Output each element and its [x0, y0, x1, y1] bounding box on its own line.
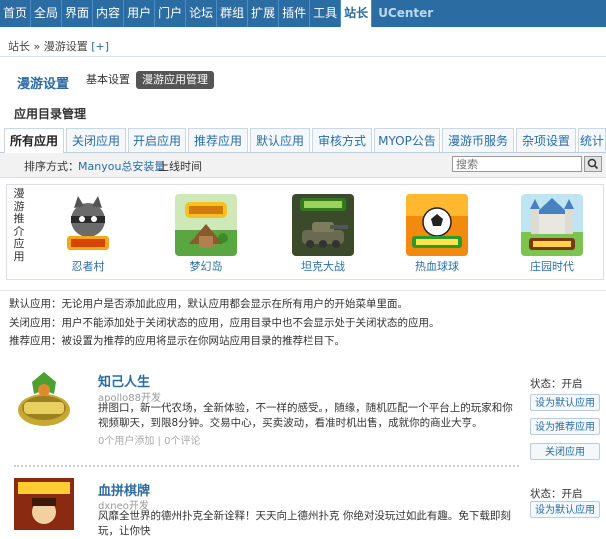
nav-ucenter[interactable]: UCenter — [372, 0, 436, 27]
tab-recommended-apps[interactable]: 推荐应用 — [188, 128, 248, 152]
nav-content[interactable]: 内容 — [93, 0, 125, 27]
rec-app-name: 忍者村 — [71, 260, 105, 273]
sort-by-online-time[interactable]: 上线时间 — [158, 158, 202, 174]
tab-roaming-coin-service[interactable]: 漫游币服务 — [442, 128, 514, 152]
sort-label: 排序方式： — [24, 160, 79, 173]
app-status: 状态：开启 — [530, 378, 583, 390]
set-default-app-button[interactable]: 设为默认应用 — [530, 394, 600, 411]
close-app-button[interactable]: 关闭应用 — [530, 443, 600, 460]
legend-default-apps: 默认应用：无论用户是否添加此应用，默认应用都会显示在所有用户的开始菜单里面。 — [9, 298, 408, 310]
rec-app-name: 热血球球 — [415, 260, 459, 273]
nav-webmaster[interactable]: 站长 — [341, 0, 373, 27]
recommended-label: 漫游推介应用 — [13, 187, 25, 263]
page-title: 漫游设置 — [17, 77, 70, 92]
tab-default-apps[interactable]: 默认应用 — [250, 128, 310, 152]
tank-battle-thumbnail — [292, 194, 354, 256]
subtab-basic-settings[interactable]: 基本设置 — [80, 71, 136, 89]
rec-app-name: 梦幻岛 — [189, 260, 223, 273]
search-input[interactable] — [452, 156, 582, 172]
tab-closed-apps[interactable]: 关闭应用 — [66, 128, 126, 152]
sort-by-installs[interactable]: Manyou总安装量 — [78, 158, 165, 174]
tab-misc-settings[interactable]: 杂项设置 — [516, 128, 576, 152]
divider — [0, 56, 606, 57]
nav-plugins[interactable]: 插件 — [279, 0, 311, 27]
nav-extend[interactable]: 扩展 — [248, 0, 280, 27]
tab-all-apps[interactable]: 所有应用 — [4, 128, 64, 153]
breadcrumb-current: 漫游设置 — [43, 40, 88, 53]
subtab-app-management[interactable]: 漫游应用管理 — [136, 71, 214, 89]
nav-home[interactable]: 首页 — [0, 0, 32, 27]
tab-bar: 所有应用 关闭应用 开启应用 推荐应用 默认应用 审核方式 MYOP公告 漫游币… — [0, 128, 606, 153]
manor-era-thumbnail — [521, 194, 583, 256]
rec-app-hot-blood-ball[interactable]: 热血球球 — [397, 194, 477, 274]
nav-users[interactable]: 用户 — [124, 0, 156, 27]
search-icon — [587, 158, 599, 170]
nav-global[interactable]: 全局 — [31, 0, 63, 27]
app-stats: 0个用户添加 | 0个评论 — [98, 436, 201, 447]
top-navigation: 首页 全局 界面 内容 用户 门户 论坛 群组 扩展 插件 工具 站长 UCen… — [0, 0, 606, 27]
breadcrumb: 站长 » 漫游设置 [+] — [8, 38, 109, 54]
rec-app-tank-battle[interactable]: 坦克大战 — [283, 194, 363, 274]
set-recommended-app-button[interactable]: 设为推荐应用 — [530, 418, 600, 435]
rec-app-dream-island[interactable]: 梦幻岛 — [166, 194, 246, 274]
ninja-village-thumbnail — [57, 194, 119, 256]
dream-island-thumbnail — [175, 194, 237, 256]
tab-review-mode[interactable]: 审核方式 — [312, 128, 372, 152]
app-status: 状态：开启 — [530, 488, 583, 500]
tab-myop-notice[interactable]: MYOP公告 — [374, 128, 440, 152]
rec-app-manor-era[interactable]: 庄园时代 — [512, 194, 592, 274]
rec-app-name: 庄园时代 — [530, 260, 574, 273]
nav-groups[interactable]: 群组 — [217, 0, 249, 27]
search-button[interactable] — [584, 156, 602, 172]
rec-app-name: 坦克大战 — [301, 260, 345, 273]
tab-statistics[interactable]: 统计 — [578, 128, 606, 152]
app-description: 拼图口，新一代农场，全新体验，不一样的感受。，随缘，随机匹配一个平台上的玩家和你… — [98, 402, 513, 429]
app-icon-xuepin-qipai[interactable] — [14, 478, 74, 538]
legend-closed-apps: 关闭应用：用户不能添加处于关闭状态的应用，应用目录中也不会显示处于关闭状态的应用… — [9, 317, 440, 329]
app-description: 风靡全世界的德州扑克全新诠释！天天向上德州扑克 你绝对没玩过如此有趣。免下载即刻… — [98, 510, 511, 537]
hot-blood-ball-thumbnail — [406, 194, 468, 256]
breadcrumb-separator: » — [33, 40, 41, 53]
divider — [14, 465, 519, 467]
nav-forum[interactable]: 论坛 — [186, 0, 218, 27]
section-title: 应用目录管理 — [14, 107, 87, 121]
nav-tools[interactable]: 工具 — [310, 0, 342, 27]
app-icon-zhiji-rensheng[interactable] — [14, 370, 74, 430]
legend-recommended-apps: 推荐应用：被设置为推荐的应用将显示在你网站应用目录的推荐栏目下。 — [9, 335, 345, 347]
app-name[interactable]: 知己人生 — [98, 371, 150, 390]
nav-interface[interactable]: 界面 — [62, 0, 94, 27]
add-shortcut-button[interactable]: [+] — [91, 40, 109, 53]
set-default-app-button[interactable]: 设为默认应用 — [530, 501, 600, 518]
breadcrumb-root[interactable]: 站长 — [8, 40, 30, 53]
nav-portal[interactable]: 门户 — [155, 0, 187, 27]
tab-open-apps[interactable]: 开启应用 — [128, 128, 186, 152]
rec-app-ninja-village[interactable]: 忍者村 — [48, 194, 128, 274]
